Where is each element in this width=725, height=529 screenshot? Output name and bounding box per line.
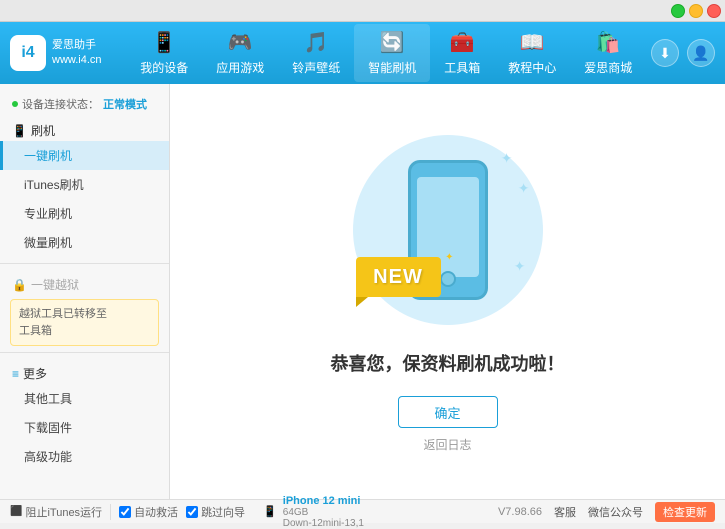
flash-icon: 🔄: [380, 30, 405, 55]
sparkle-1: ✦: [501, 150, 513, 167]
bottom-bar: ⬛ 阻止iTunes运行 自动救活 跳过向导 📱 iPhone 12 mini …: [0, 499, 725, 523]
sidebar-item-advanced[interactable]: 高级功能: [0, 442, 169, 471]
lock-icon: 🔒: [12, 278, 27, 292]
sidebar-item-itunes-flash[interactable]: iTunes刷机: [0, 170, 169, 199]
auto-recover-label: 自动救活: [134, 504, 178, 520]
nav-bar: i4 爱思助手 www.i4.cn 📱 我的设备 🎮 应用游戏 🎵 铃声壁纸 🔄…: [0, 22, 725, 84]
nav-item-tutorial[interactable]: 📖 教程中心: [494, 24, 570, 82]
flash-section-icon: 📱: [12, 124, 27, 138]
nav-label-apps: 应用游戏: [216, 59, 264, 76]
auto-recover-checkbox[interactable]: 自动救活: [119, 504, 178, 520]
logo-icon: i4: [10, 35, 46, 71]
content-area: NEW ✦ ✦ ✦ ✦ 恭喜您，保资料刷机成功啦！ 确定 返回日志: [170, 84, 725, 499]
apps-icon: 🎮: [228, 30, 253, 55]
minimize-button[interactable]: [671, 4, 685, 18]
tutorial-icon: 📖: [520, 30, 545, 55]
nav-label-shop: 爱思商城: [584, 59, 632, 76]
nav-label-toolbox: 工具箱: [444, 59, 480, 76]
device-model: Down-12mini-13,1: [283, 518, 364, 529]
nav-item-my-device[interactable]: 📱 我的设备: [126, 24, 202, 82]
itunes-section: ⬛ 阻止iTunes运行: [10, 504, 111, 520]
ribbon-bg: NEW: [356, 257, 441, 297]
sidebar-divider-2: [0, 352, 169, 353]
sparkle-2: ✦: [518, 180, 530, 197]
update-button[interactable]: 检查更新: [655, 502, 715, 522]
sidebar-item-pro-flash[interactable]: 专业刷机: [0, 199, 169, 228]
stop-icon: ⬛: [10, 506, 22, 517]
device-storage: 64GB: [283, 507, 364, 518]
service-link[interactable]: 客服: [554, 504, 576, 520]
title-bar: [0, 0, 725, 22]
nav-item-smart-flash[interactable]: 🔄 智能刷机: [354, 24, 430, 82]
sidebar-item-download-fw[interactable]: 下载固件: [0, 413, 169, 442]
ringtone-icon: 🎵: [304, 30, 329, 55]
nav-item-shop[interactable]: 🛍️ 爱思商城: [570, 24, 646, 82]
nav-label-tutorial: 教程中心: [508, 59, 556, 76]
new-ribbon: NEW ✦: [356, 257, 446, 302]
device-icon: 📱: [152, 30, 177, 55]
app-logo: i4 爱思助手 www.i4.cn: [10, 35, 102, 71]
toolbox-icon: 🧰: [450, 30, 475, 55]
success-message: 恭喜您，保资料刷机成功啦！: [331, 350, 565, 376]
maximize-button[interactable]: [689, 4, 703, 18]
nav-items: 📱 我的设备 🎮 应用游戏 🎵 铃声壁纸 🔄 智能刷机 🧰 工具箱 📖 教程中心…: [122, 24, 651, 82]
more-icon: ≡: [12, 367, 19, 381]
success-illustration: NEW ✦ ✦ ✦ ✦: [348, 130, 548, 330]
confirm-button[interactable]: 确定: [398, 396, 498, 428]
auto-recover-input[interactable]: [119, 506, 131, 518]
skip-wizard-input[interactable]: [186, 506, 198, 518]
bottom-left: ⬛ 阻止iTunes运行 自动救活 跳过向导 📱 iPhone 12 mini …: [10, 495, 498, 529]
shop-icon: 🛍️: [596, 30, 621, 55]
device-status: 设备连接状态： 正常模式: [0, 92, 169, 116]
nav-item-apps-games[interactable]: 🎮 应用游戏: [202, 24, 278, 82]
jailbreak-section: 🔒 一键越狱: [0, 270, 169, 295]
nav-item-toolbox[interactable]: 🧰 工具箱: [430, 24, 494, 82]
more-section-header: ≡ 更多: [0, 359, 169, 384]
skip-wizard-label: 跳过向导: [201, 504, 245, 520]
nav-item-ringtone[interactable]: 🎵 铃声壁纸: [278, 24, 354, 82]
sidebar-alert: 越狱工具已转移至工具箱: [10, 299, 159, 346]
device-name: iPhone 12 mini: [283, 495, 364, 507]
download-button[interactable]: ⬇: [651, 39, 679, 67]
sparkle-3: ✦: [514, 258, 526, 275]
sidebar-item-other-tools[interactable]: 其他工具: [0, 384, 169, 413]
itunes-label: 阻止iTunes运行: [25, 504, 102, 520]
sidebar-item-micro-flash[interactable]: 微量刷机: [0, 228, 169, 257]
nav-label-ringtone: 铃声壁纸: [292, 59, 340, 76]
sidebar-divider-1: [0, 263, 169, 264]
flash-section-header: 📱 刷机: [0, 116, 169, 141]
device-info: 📱 iPhone 12 mini 64GB Down-12mini-13,1: [263, 495, 364, 529]
sidebar: 设备连接状态： 正常模式 📱 刷机 一键刷机 iTunes刷机 专业刷机 微量刷…: [0, 84, 170, 499]
sidebar-item-one-key-flash[interactable]: 一键刷机: [0, 141, 169, 170]
nav-label-my-device: 我的设备: [140, 59, 188, 76]
version-label: V7.98.66: [498, 506, 542, 518]
bottom-right: V7.98.66 客服 微信公众号 检查更新: [498, 502, 715, 522]
nav-right: ⬇ 👤: [651, 39, 715, 67]
logo-text: 爱思助手 www.i4.cn: [52, 38, 102, 69]
main-area: 设备连接状态： 正常模式 📱 刷机 一键刷机 iTunes刷机 专业刷机 微量刷…: [0, 84, 725, 499]
back-log-button[interactable]: 返回日志: [423, 436, 471, 453]
user-button[interactable]: 👤: [687, 39, 715, 67]
ribbon-stars: ✦: [445, 252, 453, 263]
status-dot: [12, 101, 18, 107]
skip-wizard-checkbox[interactable]: 跳过向导: [186, 504, 245, 520]
wechat-link[interactable]: 微信公众号: [588, 504, 643, 520]
nav-label-smart-flash: 智能刷机: [368, 59, 416, 76]
close-button[interactable]: [707, 4, 721, 18]
